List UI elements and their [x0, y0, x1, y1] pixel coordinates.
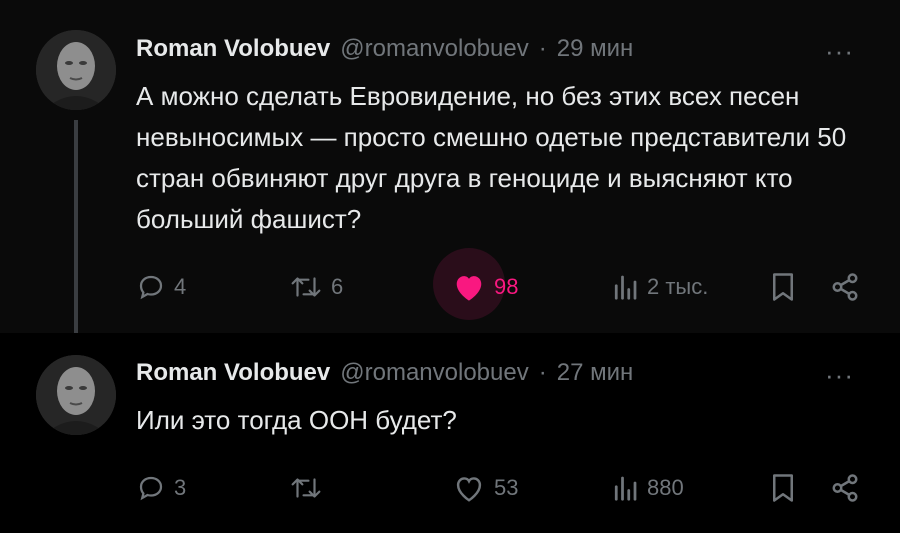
action-bar: 3 53 880 — [0, 465, 900, 509]
heart-icon — [456, 276, 482, 301]
views-count: 880 — [647, 475, 684, 500]
separator: · — [538, 35, 547, 62]
author-name[interactable]: Roman Volobuev — [136, 359, 330, 387]
reply-button[interactable]: 3 — [136, 473, 186, 503]
repost-icon — [291, 277, 321, 297]
timestamp[interactable]: 27 мин — [557, 359, 634, 387]
views-icon — [614, 476, 637, 501]
repost-button[interactable] — [289, 473, 331, 503]
tweet-2[interactable]: Roman Volobuev @romanvolobuev · 27 мин ·… — [0, 333, 900, 533]
author-name[interactable]: Roman Volobuev — [136, 35, 330, 63]
bookmark-button[interactable] — [770, 473, 796, 503]
action-bar: 4 6 98 2 тыс. — [0, 264, 900, 308]
reply-icon — [139, 275, 163, 300]
thread-line — [74, 120, 78, 348]
reply-count: 4 — [174, 274, 187, 299]
bookmark-button[interactable] — [770, 272, 796, 302]
views-count: 2 тыс. — [647, 274, 709, 299]
reply-button[interactable]: 4 — [136, 272, 186, 302]
share-button[interactable] — [830, 473, 860, 503]
heart-icon — [456, 477, 482, 502]
views-button[interactable]: 2 тыс. — [611, 272, 708, 302]
share-button[interactable] — [830, 272, 860, 302]
views-button[interactable]: 880 — [611, 473, 684, 503]
more-icon[interactable]: ··· — [825, 360, 854, 391]
share-icon — [832, 474, 858, 502]
separator: · — [538, 359, 547, 386]
share-icon — [832, 273, 858, 301]
tweet-text: Или это тогда ООН будет? — [136, 405, 457, 435]
tweet-header: Roman Volobuev @romanvolobuev · 29 мин — [136, 31, 633, 67]
author-handle[interactable]: @romanvolobuev — [340, 35, 528, 63]
like-count: 98 — [494, 274, 519, 299]
tweet-text: А можно сделать Евровидение, но без этих… — [136, 81, 847, 234]
avatar[interactable] — [36, 30, 116, 110]
timestamp[interactable]: 29 мин — [557, 35, 634, 63]
reply-count: 3 — [174, 475, 187, 500]
reply-icon — [139, 476, 163, 501]
bookmark-icon — [773, 474, 793, 502]
repost-button[interactable]: 6 — [289, 272, 343, 302]
avatar[interactable] — [36, 355, 116, 435]
like-button[interactable]: 98 — [452, 272, 518, 302]
repost-icon — [291, 478, 321, 498]
more-icon[interactable]: ··· — [825, 36, 854, 67]
author-handle[interactable]: @romanvolobuev — [340, 359, 528, 387]
like-button[interactable]: 53 — [452, 473, 518, 503]
bookmark-icon — [773, 273, 793, 301]
tweet-1[interactable]: Roman Volobuev @romanvolobuev · 29 мин ·… — [0, 0, 900, 348]
like-count: 53 — [494, 475, 519, 500]
tweet-header: Roman Volobuev @romanvolobuev · 27 мин — [136, 355, 633, 391]
views-icon — [614, 275, 637, 300]
repost-count: 6 — [331, 274, 344, 299]
